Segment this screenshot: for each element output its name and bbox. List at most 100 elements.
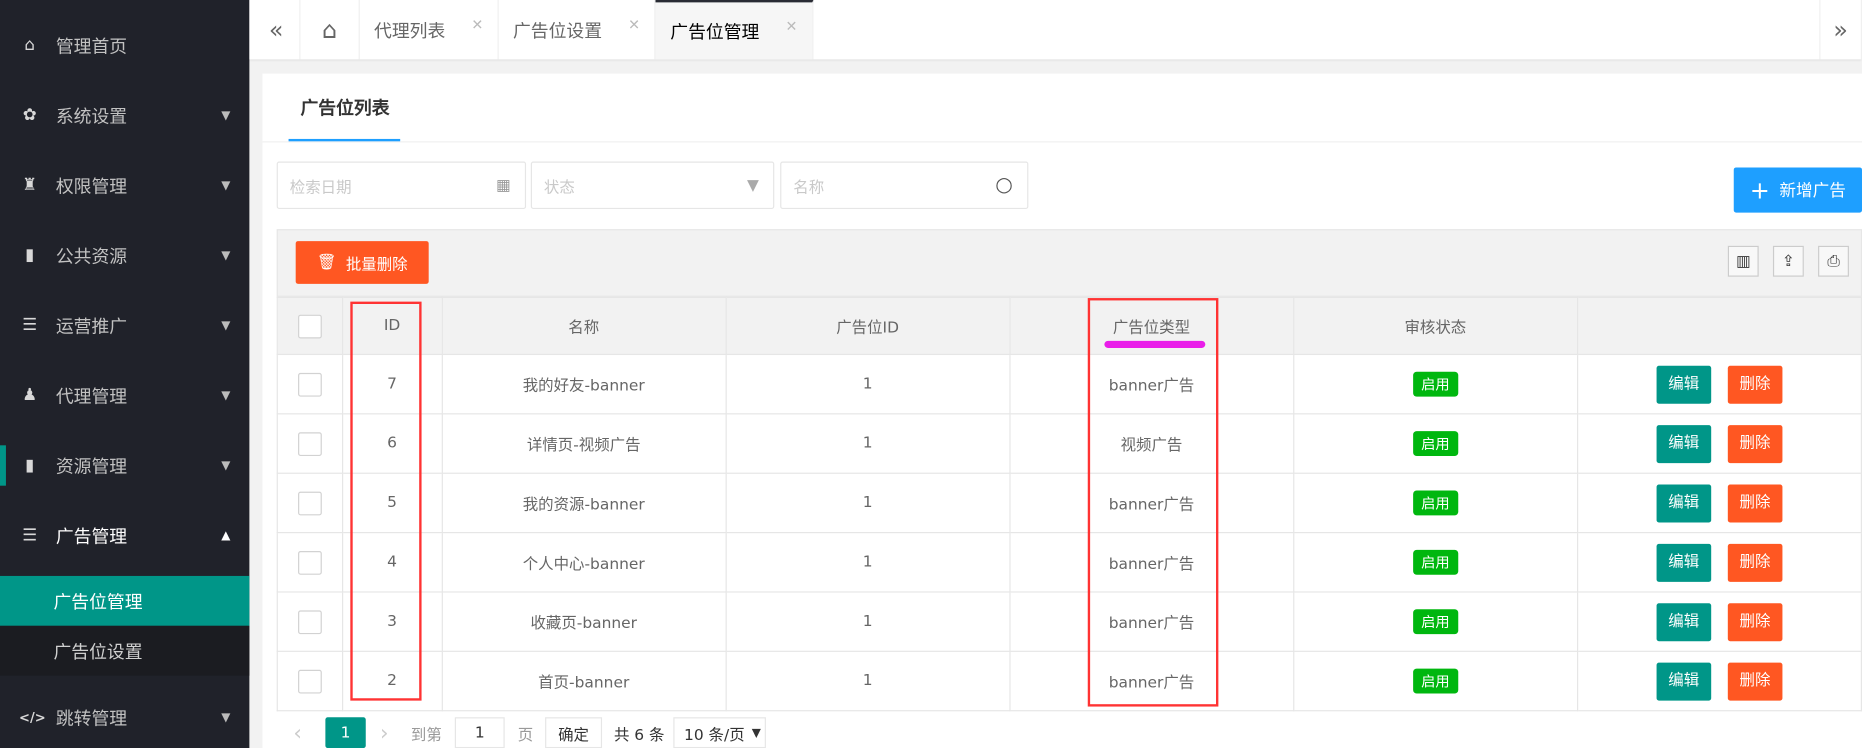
- user-key-icon: ♜: [22, 175, 38, 195]
- code-icon: </>: [19, 709, 46, 725]
- cell-status: 启用: [1292, 353, 1578, 415]
- table-toolbar: [276, 229, 1862, 297]
- prev-page-icon[interactable]: ‹: [293, 717, 317, 748]
- sidebar-item-redirect[interactable]: </> 跳转管理 ▼: [0, 694, 249, 742]
- delete-button[interactable]: 删除: [1727, 483, 1783, 522]
- tab-ad-slot-manage[interactable]: 广告位管理 ✕: [655, 0, 814, 60]
- page-label: 页: [517, 726, 534, 744]
- scroll-left-icon[interactable]: «: [253, 0, 301, 60]
- close-icon[interactable]: ✕: [785, 18, 797, 35]
- close-icon[interactable]: ✕: [471, 17, 483, 34]
- card-title-tab[interactable]: 广告位列表: [300, 95, 389, 120]
- annotation-box-id: [350, 301, 422, 701]
- tab-bar: « ⌂ 代理列表 ✕ 广告位设置 ✕ 广告位管理 ✕ »: [249, 0, 1862, 60]
- name-input[interactable]: 名称 ○: [780, 161, 1029, 209]
- table-row: 6 详情页-视频广告 1 视频广告 启用 编辑 删除: [276, 413, 1862, 474]
- chevron-down-icon: ▼: [221, 458, 231, 473]
- home-icon: ⌂: [24, 35, 35, 55]
- cell-status: 启用: [1292, 591, 1578, 652]
- cell-name: 个人中心-banner: [441, 532, 727, 593]
- status-badge: 启用: [1412, 490, 1458, 516]
- cell-name: 我的好友-banner: [441, 353, 727, 415]
- total-count: 共 6 条: [613, 726, 665, 744]
- add-ad-button[interactable]: + 新增广告: [1733, 167, 1862, 213]
- sidebar-subitem-ad-slot-manage[interactable]: 广告位管理: [0, 575, 250, 626]
- status-badge: 启用: [1412, 668, 1458, 694]
- edit-button[interactable]: 编辑: [1656, 424, 1712, 463]
- select-all-checkbox[interactable]: [276, 296, 344, 356]
- cell-slot-id: 1: [725, 413, 1011, 474]
- sidebar-item-system[interactable]: ✿ 系统设置 ▼: [0, 91, 249, 139]
- cell-actions: 编辑 删除: [1576, 650, 1862, 712]
- table-row: 3 收藏页-banner 1 banner广告 启用 编辑 删除: [276, 591, 1862, 652]
- delete-button[interactable]: 删除: [1727, 543, 1783, 582]
- edit-button[interactable]: 编辑: [1656, 602, 1712, 641]
- sidebar-item-public[interactable]: ▮ 公共资源 ▼: [0, 232, 249, 280]
- header-slot-id[interactable]: 广告位ID: [725, 296, 1011, 356]
- chevron-up-icon: ▲: [221, 529, 231, 543]
- date-input[interactable]: 检索日期 ▦: [276, 161, 527, 209]
- delete-button[interactable]: 删除: [1727, 424, 1783, 463]
- row-checkbox[interactable]: [276, 650, 344, 712]
- status-select[interactable]: 状态 ▼: [530, 161, 775, 209]
- cell-actions: 编辑 删除: [1576, 353, 1862, 415]
- export-icon[interactable]: ⇪: [1772, 245, 1804, 277]
- list-icon: ☰: [22, 526, 38, 546]
- cell-slot-id: 1: [725, 532, 1011, 593]
- cell-actions: 编辑 删除: [1576, 472, 1862, 534]
- goto-label: 到第: [410, 726, 442, 744]
- cell-name: 收藏页-banner: [441, 591, 727, 652]
- page-1-button[interactable]: 1: [325, 717, 366, 748]
- goto-page-input[interactable]: 1: [454, 717, 505, 748]
- table-header: ID 名称 广告位ID 广告位类型 审核状态: [276, 296, 1862, 356]
- cell-slot-id: 1: [725, 472, 1011, 534]
- header-name[interactable]: 名称: [441, 296, 727, 356]
- sidebar-item-resource[interactable]: ▮ 资源管理 ▼: [0, 442, 249, 490]
- row-checkbox[interactable]: [276, 532, 344, 593]
- goto-confirm-button[interactable]: 确定: [545, 717, 603, 748]
- sidebar-subitem-ad-slot-settings[interactable]: 广告位设置: [0, 625, 250, 676]
- delete-button[interactable]: 删除: [1727, 662, 1783, 701]
- header-status[interactable]: 审核状态: [1292, 296, 1578, 356]
- batch-delete-button[interactable]: 🗑 批量删除: [295, 241, 429, 284]
- sidebar-item-ads[interactable]: ☰ 广告管理 ▲: [0, 512, 249, 560]
- cell-slot-id: 1: [725, 353, 1011, 415]
- table-row: 4 个人中心-banner 1 banner广告 启用 编辑 删除: [276, 532, 1862, 593]
- sidebar-item-agent[interactable]: ♟ 代理管理 ▼: [0, 372, 249, 420]
- row-checkbox[interactable]: [276, 413, 344, 474]
- plus-icon: +: [1749, 175, 1770, 205]
- print-icon[interactable]: ⎙: [1818, 245, 1849, 277]
- tab-agent-list[interactable]: 代理列表 ✕: [360, 0, 499, 60]
- edit-button[interactable]: 编辑: [1656, 483, 1712, 522]
- chevron-down-icon: ▼: [221, 318, 231, 332]
- home-icon: ⌂: [321, 15, 338, 44]
- ad-slot-table: ID 名称 广告位ID 广告位类型 审核状态 7 我的好友-banner 1 b…: [276, 296, 1862, 712]
- cell-status: 启用: [1292, 413, 1578, 474]
- row-checkbox[interactable]: [276, 353, 344, 415]
- tab-ad-slot-settings[interactable]: 广告位设置 ✕: [499, 0, 656, 60]
- close-icon[interactable]: ✕: [628, 17, 640, 34]
- sidebar-item-permission[interactable]: ♜ 权限管理 ▼: [0, 162, 249, 210]
- status-badge: 启用: [1412, 609, 1458, 635]
- row-checkbox[interactable]: [276, 472, 344, 534]
- sidebar-item-operation[interactable]: ☰ 运营推广 ▼: [0, 302, 249, 350]
- cell-status: 启用: [1292, 650, 1578, 712]
- delete-button[interactable]: 删除: [1727, 602, 1783, 641]
- edit-button[interactable]: 编辑: [1656, 662, 1712, 701]
- cell-name: 首页-banner: [441, 650, 727, 712]
- next-page-icon[interactable]: ›: [380, 717, 404, 748]
- user-icon: ♟: [22, 385, 38, 405]
- row-checkbox[interactable]: [276, 591, 344, 652]
- columns-icon[interactable]: ▥: [1727, 245, 1759, 277]
- sidebar-item-home[interactable]: ⌂ 管理首页: [0, 21, 249, 69]
- cell-status: 启用: [1292, 532, 1578, 593]
- chevron-down-icon: ▼: [221, 248, 231, 262]
- page-size-select[interactable]: 10 条/页 ▼: [673, 717, 766, 748]
- delete-button[interactable]: 删除: [1727, 365, 1783, 404]
- search-icon[interactable]: ○: [995, 173, 1013, 197]
- chevron-down-icon: ▼: [746, 176, 759, 195]
- edit-button[interactable]: 编辑: [1656, 365, 1712, 404]
- scroll-right-icon[interactable]: »: [1819, 0, 1862, 60]
- edit-button[interactable]: 编辑: [1656, 543, 1712, 582]
- tab-home[interactable]: ⌂: [300, 0, 360, 60]
